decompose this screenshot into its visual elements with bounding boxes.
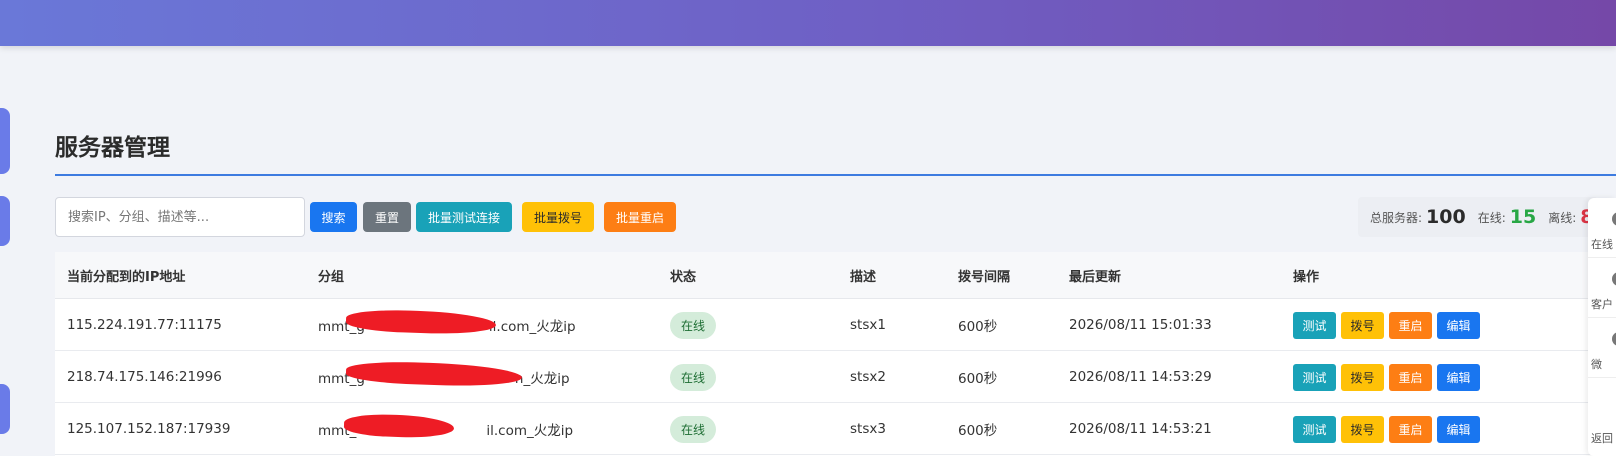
table-header: 当前分配到的IP地址 分组 状态 描述 拨号间隔 最后更新 操作 xyxy=(55,252,1616,299)
interval-cell: 600秒 xyxy=(958,371,998,387)
batch-dial-button[interactable]: 批量拨号 xyxy=(522,202,594,232)
updated-cell: 2026/08/11 14:53:21 xyxy=(1069,421,1212,437)
total-servers-label: 总服务器: xyxy=(1370,210,1423,225)
group-suffix: n_火龙ip xyxy=(514,371,570,387)
interval-cell: 600秒 xyxy=(958,319,998,335)
test-button[interactable]: 测试 xyxy=(1293,415,1336,443)
table-row: 125.107.152.187:17939 mmt_ il.com_火龙ip 在线… xyxy=(55,403,1616,455)
description-cell: stsx1 xyxy=(850,317,886,333)
edit-button[interactable]: 编辑 xyxy=(1437,311,1480,339)
ip-cell: 115.224.191.77:11175 xyxy=(67,317,222,333)
side-panel-back[interactable]: 返回 xyxy=(1588,378,1616,445)
side-panel-label: 在线 xyxy=(1591,238,1613,251)
side-panel-label: 客户 xyxy=(1591,298,1613,311)
side-panel-customer[interactable]: 客户 xyxy=(1588,258,1616,318)
wechat-icon xyxy=(1612,332,1616,346)
online-count: 15 xyxy=(1509,206,1537,228)
customer-service-icon xyxy=(1612,272,1616,286)
server-table: 当前分配到的IP地址 分组 状态 描述 拨号间隔 最后更新 操作 115.224… xyxy=(55,252,1616,456)
group-cell: mmt_ il.com_火龙ip xyxy=(318,403,573,455)
side-panel-online[interactable]: 在线 xyxy=(1588,198,1616,258)
redaction-mark xyxy=(345,308,497,336)
actions-cell: 测试 拨号 重启 编辑 xyxy=(1293,403,1485,455)
group-cell: mmt_g n_火龙ip xyxy=(318,351,570,403)
side-panel-wechat[interactable]: 微 xyxy=(1588,318,1616,378)
header-status: 状态 xyxy=(670,270,697,285)
reset-button[interactable]: 重置 xyxy=(363,202,411,232)
header-last-updated: 最后更新 xyxy=(1069,270,1122,285)
header-group: 分组 xyxy=(318,270,345,285)
status-cell: 在线 xyxy=(670,351,717,403)
sidebar-tab[interactable] xyxy=(0,108,10,174)
search-input[interactable] xyxy=(55,197,305,237)
test-button[interactable]: 测试 xyxy=(1293,363,1336,391)
restart-button[interactable]: 重启 xyxy=(1389,363,1432,391)
dial-button[interactable]: 拨号 xyxy=(1341,311,1384,339)
status-badge: 在线 xyxy=(670,415,717,443)
total-servers-count: 100 xyxy=(1426,206,1466,228)
header-actions: 操作 xyxy=(1293,270,1320,285)
search-button[interactable]: 搜索 xyxy=(310,202,357,232)
floating-side-panel: 在线 客户 微 返回 xyxy=(1588,198,1616,456)
group-suffix: il.com_火龙ip xyxy=(486,423,574,439)
header-ip: 当前分配到的IP地址 xyxy=(67,270,186,285)
status-badge: 在线 xyxy=(670,311,717,339)
side-panel-label: 微 xyxy=(1591,358,1602,371)
title-underline xyxy=(55,174,1616,176)
edit-button[interactable]: 编辑 xyxy=(1437,363,1480,391)
status-cell: 在线 xyxy=(670,299,717,351)
online-icon xyxy=(1612,212,1616,226)
description-cell: stsx2 xyxy=(850,369,886,385)
batch-test-connection-button[interactable]: 批量测试连接 xyxy=(416,202,512,232)
page-title: 服务器管理 xyxy=(55,135,170,161)
restart-button[interactable]: 重启 xyxy=(1389,311,1432,339)
dial-button[interactable]: 拨号 xyxy=(1341,415,1384,443)
status-badge: 在线 xyxy=(670,363,717,391)
batch-restart-button[interactable]: 批量重启 xyxy=(604,202,676,232)
test-button[interactable]: 测试 xyxy=(1293,311,1336,339)
group-suffix: il.com_火龙ip xyxy=(488,319,576,335)
group-cell: mmt_g il.com_火龙ip xyxy=(318,299,576,351)
actions-cell: 测试 拨号 重启 编辑 xyxy=(1293,299,1485,351)
table-row: 218.74.175.146:21996 mmt_g n_火龙ip 在线 stsx… xyxy=(55,351,1616,403)
ip-cell: 218.74.175.146:21996 xyxy=(67,369,222,385)
header-description: 描述 xyxy=(850,270,877,285)
top-header-bar xyxy=(0,0,1616,46)
redaction-mark xyxy=(345,359,523,389)
side-panel-label: 返回 xyxy=(1591,432,1613,445)
online-label: 在线: xyxy=(1477,210,1506,225)
sidebar-tab[interactable] xyxy=(0,196,10,246)
actions-cell: 测试 拨号 重启 编辑 xyxy=(1293,351,1485,403)
header-dial-interval: 拨号间隔 xyxy=(958,270,1011,285)
updated-cell: 2026/08/11 14:53:29 xyxy=(1069,369,1212,385)
table-row: 115.224.191.77:11175 mmt_g il.com_火龙ip 在线… xyxy=(55,299,1616,351)
redaction-mark xyxy=(343,413,455,439)
updated-cell: 2026/08/11 15:01:33 xyxy=(1069,317,1212,333)
status-cell: 在线 xyxy=(670,403,717,455)
server-stats: 总服务器: 100 在线: 15 离线: 8 xyxy=(1358,197,1598,237)
restart-button[interactable]: 重启 xyxy=(1389,415,1432,443)
interval-cell: 600秒 xyxy=(958,423,998,439)
description-cell: stsx3 xyxy=(850,421,886,437)
edit-button[interactable]: 编辑 xyxy=(1437,415,1480,443)
ip-cell: 125.107.152.187:17939 xyxy=(67,421,231,437)
dial-button[interactable]: 拨号 xyxy=(1341,363,1384,391)
sidebar-tab[interactable] xyxy=(0,384,10,434)
offline-label: 离线: xyxy=(1548,210,1577,225)
